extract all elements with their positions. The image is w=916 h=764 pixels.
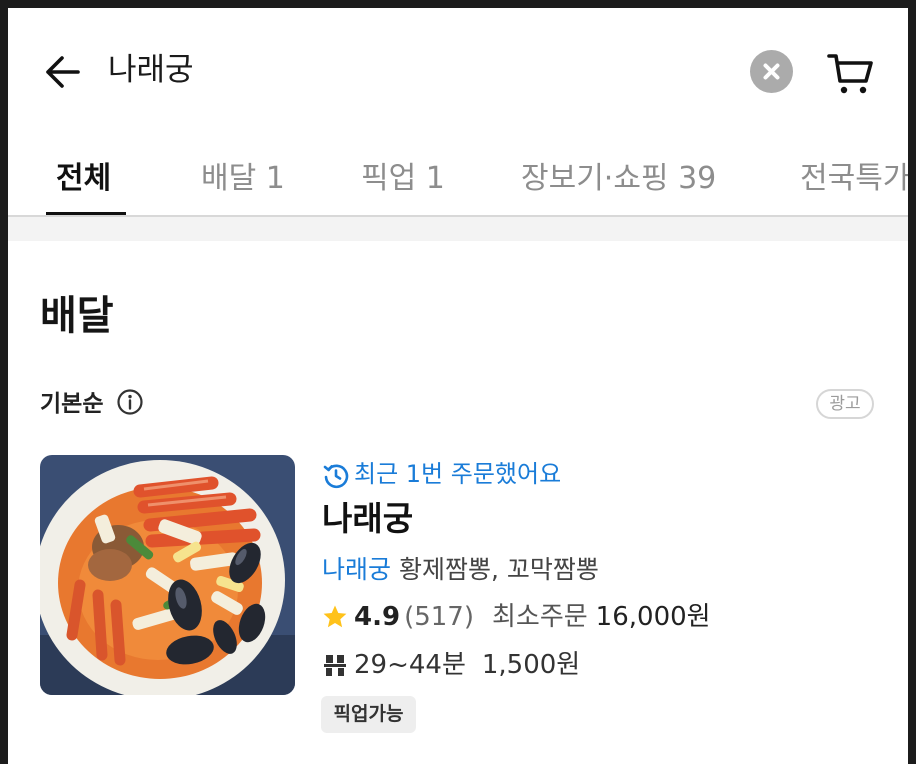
sort-selector[interactable]: 기본순 xyxy=(40,390,103,418)
delivery-info-line: 29~44분 1,500원 xyxy=(322,648,580,682)
info-icon[interactable] xyxy=(116,388,144,416)
recent-order-notice: 최근 1번 주문했어요 xyxy=(354,460,562,488)
store-thumbnail-image[interactable] xyxy=(40,455,295,695)
tab-shopping[interactable]: 장보기·쇼핑 39 xyxy=(521,160,716,198)
back-arrow-icon[interactable] xyxy=(42,52,82,92)
tab-pickup[interactable]: 픽업 1 xyxy=(361,160,445,198)
cart-button[interactable] xyxy=(826,48,876,98)
tab-all[interactable]: 전체 xyxy=(56,160,111,198)
tab-nationwide-deals[interactable]: 전국특가 xyxy=(800,160,908,198)
menu-items: 황제짬뽕, 꼬막짬뽕 xyxy=(391,555,599,584)
close-icon xyxy=(763,63,780,80)
section-title: 배달 xyxy=(40,293,114,339)
min-order-label: 최소주문 xyxy=(491,602,588,632)
clock-history-icon xyxy=(322,461,350,489)
section-separator xyxy=(8,217,908,241)
cart-icon xyxy=(827,54,873,94)
star-icon xyxy=(323,605,347,628)
delivery-fee: 1,500원 xyxy=(481,650,581,680)
search-results-screen: 나래궁 전체 배달 1 픽업 1 장보기·쇼핑 39 전국특가 배달 기본순 광… xyxy=(8,8,908,764)
delivery-time: 29~44분 xyxy=(354,650,466,680)
ad-badge: 광고 xyxy=(816,389,874,419)
rating-score: 4.9 xyxy=(354,602,401,632)
min-order-value: 16,000원 xyxy=(595,602,711,632)
tab-delivery[interactable]: 배달 1 xyxy=(201,160,285,198)
delivery-rider-icon xyxy=(324,655,346,676)
search-query-text[interactable]: 나래궁 xyxy=(108,52,194,88)
rating-line: 4.9 (517) 최소주문 16,000원 xyxy=(322,600,711,634)
clear-search-button[interactable] xyxy=(750,50,793,93)
store-name[interactable]: 나래궁 xyxy=(322,498,413,540)
menu-highlight: 나래궁 xyxy=(322,555,392,584)
store-menu-line: 나래궁 황제짬뽕, 꼬막짬뽕 xyxy=(322,554,599,586)
review-count: (517) xyxy=(404,602,474,632)
pickup-available-tag: 픽업가능 xyxy=(321,696,416,733)
